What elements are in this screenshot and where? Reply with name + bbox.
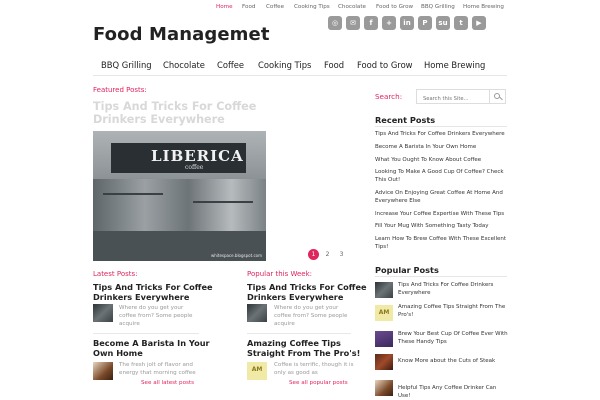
popular-post-link-1[interactable]: Tips And Tricks For Coffee Drinkers Ever… [398,281,510,297]
popular-post-link-4[interactable]: Know More about the Cuts of Steak [398,357,510,365]
popular-post-thumb-1[interactable] [375,282,393,298]
search-button[interactable] [490,89,506,104]
popular-week-thumb-1[interactable] [247,304,267,322]
pager-dot-1[interactable]: 1 [308,249,319,260]
recent-post-link-2[interactable]: Become A Barista In Your Own Home [375,143,513,151]
latest-post-excerpt-2: The fresh jolt of flavor and energy that… [119,362,196,376]
popular-post-thumb-3[interactable] [375,331,393,347]
image-credit: whitespace.blogspot.com [210,253,262,258]
twitter-icon[interactable]: t [454,16,468,30]
sign-subtext: coffee [185,164,204,171]
latest-post-title-2[interactable]: Become A Barista In Your Own Home [93,338,213,358]
search-icon-handle [499,96,503,101]
divider [375,276,507,277]
popular-post-link-3[interactable]: Brew Your Best Cup Of Coffee Ever With T… [398,330,510,346]
popular-post-link-2[interactable]: Amazing Coffee Tips Straight From The Pr… [398,303,510,319]
featured-image[interactable]: LIBERICA coffee whitespace.blogspot.com [93,131,266,261]
plus-icon[interactable]: + [382,16,396,30]
latest-post-thumb-1[interactable] [93,304,113,322]
recent-post-link-7[interactable]: Fill Your Mug With Something Tasty Today [375,222,513,230]
popular-post-thumb-5[interactable] [375,380,393,396]
recent-post-link-4[interactable]: Looking To Make A Good Cup Of Coffee? Ch… [375,168,513,184]
main-nav-food[interactable]: Food [324,60,344,70]
recent-post-link-8[interactable]: Learn How To Brew Coffee With These Exce… [375,235,513,251]
pager-dot-3[interactable]: 3 [336,249,347,260]
top-nav-coffee[interactable]: Coffee [266,4,284,10]
search-input[interactable] [416,89,490,104]
main-nav-chocolate[interactable]: Chocolate [163,60,205,70]
popular-week-title-1[interactable]: Tips And Tricks For Coffee Drinkers Ever… [247,282,367,302]
shelf [193,201,253,203]
thumb-logo: AM [251,366,263,373]
divider [93,333,199,334]
mail-icon[interactable]: ✉ [346,16,360,30]
main-nav-cooking-tips[interactable]: Cooking Tips [258,60,311,70]
sign-text: LIBERICA [151,147,244,165]
linkedin-icon[interactable]: in [400,16,414,30]
popular-posts-heading: Popular Posts [375,265,439,275]
divider [375,126,507,127]
top-nav-bbq-grilling[interactable]: BBQ Grilling [421,4,455,10]
featured-title[interactable]: Tips And Tricks For Coffee Drinkers Ever… [93,100,293,126]
search-label: Search: [375,92,403,101]
latest-post-title-1[interactable]: Tips And Tricks For Coffee Drinkers Ever… [93,282,213,302]
pager-dot-2[interactable]: 2 [322,249,333,260]
thumb-logo: AM [378,309,390,316]
top-nav-home-brewing[interactable]: Home Brewing [463,4,504,10]
latest-posts-label: Latest Posts: [93,270,138,278]
pinterest-icon[interactable]: P [418,16,432,30]
popular-week-excerpt-1: Where do you get your coffee from? Some … [274,305,348,327]
social-icons: ◎ ✉ f + in P su t ▶ [328,16,508,32]
dribbble-icon[interactable]: ◎ [328,16,342,30]
top-nav: Home Food Coffee Cooking Tips Chocolate … [0,4,600,16]
recent-post-link-3[interactable]: What You Ought To Know About Coffee [375,156,513,164]
cafe-sign: LIBERICA coffee [111,143,246,173]
top-nav-home[interactable]: Home [216,4,233,10]
top-nav-food-to-grow[interactable]: Food to Grow [376,4,413,10]
shelf [103,193,163,195]
main-nav-food-to-grow[interactable]: Food to Grow [357,60,413,70]
recent-posts-heading: Recent Posts [375,115,436,125]
main-nav-coffee[interactable]: Coffee [217,60,244,70]
recent-post-link-6[interactable]: Increase Your Coffee Expertise With Thes… [375,210,513,218]
popular-week-label: Popular this Week: [247,270,313,278]
top-nav-cooking-tips[interactable]: Cooking Tips [294,4,330,10]
main-nav-home-brewing[interactable]: Home Brewing [424,60,485,70]
divider [247,333,351,334]
popular-post-thumb-2[interactable]: AM [375,305,393,321]
popular-week-title-2[interactable]: Amazing Coffee Tips Straight From The Pr… [247,338,367,358]
stumbleupon-icon[interactable]: su [436,16,450,30]
site-title[interactable]: Food Managemet [93,24,270,45]
popular-post-link-5[interactable]: Helpful Tips Any Coffee Drinker Can Use! [398,384,510,400]
main-nav: BBQ Grilling Chocolate Coffee Cooking Ti… [93,56,507,76]
popular-week-thumb-2[interactable]: AM [247,362,267,380]
recent-post-link-1[interactable]: Tips And Tricks For Coffee Drinkers Ever… [375,130,513,138]
top-nav-food[interactable]: Food [242,4,255,10]
facebook-icon[interactable]: f [364,16,378,30]
latest-post-thumb-2[interactable] [93,362,113,380]
main-nav-bbq-grilling[interactable]: BBQ Grilling [101,60,152,70]
see-all-popular-link[interactable]: See all popular posts [289,380,348,386]
recent-post-link-5[interactable]: Advice On Enjoying Great Coffee At Home … [375,189,513,205]
featured-pager: 1 2 3 [308,249,348,261]
youtube-icon[interactable]: ▶ [472,16,486,30]
see-all-latest-link[interactable]: See all latest posts [141,380,194,386]
latest-post-excerpt-1: Where do you get your coffee from? Some … [119,305,193,327]
popular-post-thumb-4[interactable] [375,354,393,370]
popular-week-excerpt-2: Coffee is terrific, though it is only as… [274,362,354,376]
top-nav-chocolate[interactable]: Chocolate [338,4,366,10]
featured-label: Featured Posts: [93,86,147,94]
